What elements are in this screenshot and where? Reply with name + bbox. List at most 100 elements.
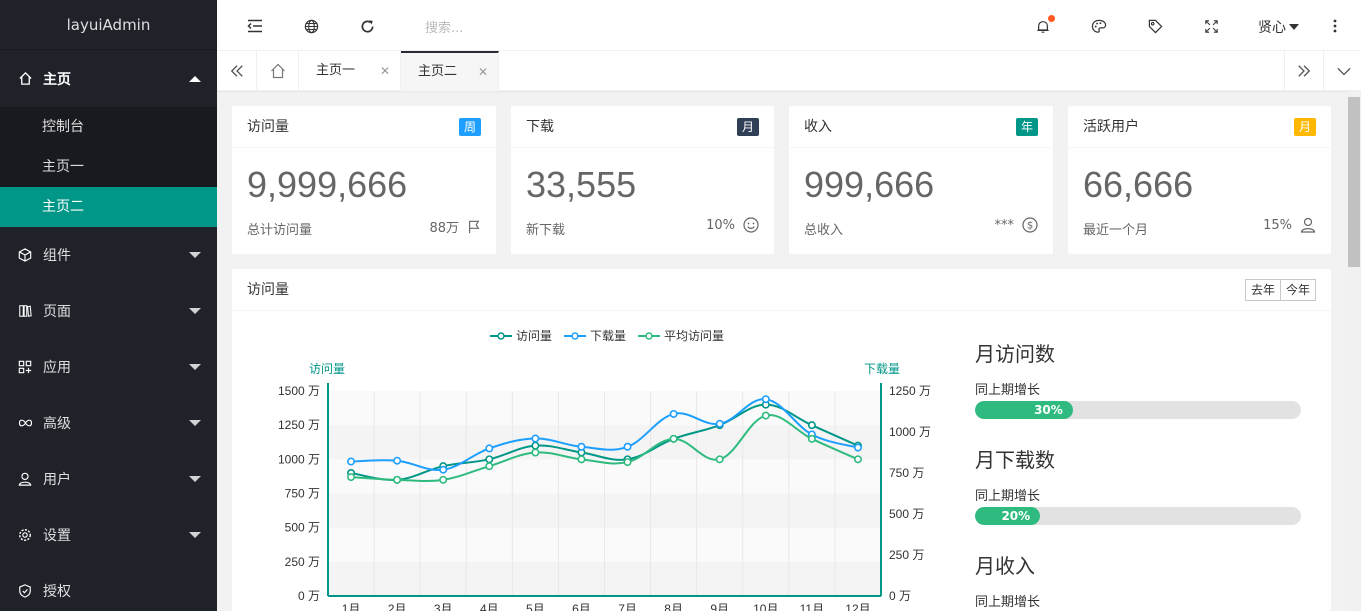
sidebar-item-label: 用户 xyxy=(43,472,71,488)
stat-block-visits: 月访问数 同上期增长 30% xyxy=(975,338,1301,419)
y-axis-label-left: 访问量 xyxy=(309,362,345,376)
book-icon xyxy=(17,303,33,319)
card-foot-label: 新下载 xyxy=(526,223,566,238)
y-tick-right: 250 万 xyxy=(889,548,924,562)
card-title: 活跃用户 xyxy=(1083,119,1139,135)
home-icon xyxy=(270,63,285,79)
sidebar-item-pages[interactable]: 页面 xyxy=(0,283,217,339)
x-tick-label: 11月 xyxy=(800,602,824,611)
visits-panel: 访问量 去年 今年 访问量 下载量 平均访问量 0 万 250 万 500 万 750… xyxy=(232,269,1331,611)
bell-icon[interactable] xyxy=(1034,15,1055,35)
card-value: 9,999,666 xyxy=(247,164,408,205)
tab-home1[interactable]: 主页一 ✕ xyxy=(299,51,401,91)
fullscreen-icon[interactable] xyxy=(1202,17,1220,35)
data-point xyxy=(485,444,494,453)
apps-icon xyxy=(17,359,33,375)
refresh-icon[interactable] xyxy=(358,17,376,35)
flag-icon xyxy=(469,220,480,233)
stat-sub: 同上期增长 xyxy=(975,383,1041,398)
tag-icon[interactable] xyxy=(1146,17,1164,35)
y-tick-left: 1250 万 xyxy=(278,418,320,432)
x-tick-label: 12月 xyxy=(845,602,870,611)
globe-icon[interactable] xyxy=(302,17,320,35)
data-point xyxy=(347,457,356,466)
app-logo[interactable]: layuiAdmin xyxy=(0,0,217,50)
sidebar-item-label: 设置 xyxy=(43,528,71,544)
card-value: 33,555 xyxy=(526,164,637,205)
cube-icon xyxy=(17,247,33,263)
svg-text:$: $ xyxy=(1027,221,1033,232)
stat-title: 月下载数 xyxy=(975,448,1055,472)
card-title: 下载 xyxy=(526,119,554,135)
more-icon[interactable] xyxy=(1326,17,1344,35)
data-point xyxy=(761,411,770,420)
panel-title: 访问量 xyxy=(247,282,289,298)
user-icon xyxy=(17,471,33,487)
sidebar-item-label: 应用 xyxy=(43,360,71,376)
sidebar-item-auth[interactable]: 授权 xyxy=(0,563,217,611)
progress-fill: 20% xyxy=(975,507,1041,525)
card-value: 999,666 xyxy=(804,164,935,205)
data-point xyxy=(485,462,494,471)
sidebar-item-users[interactable]: 用户 xyxy=(0,451,217,507)
y-tick-left: 750 万 xyxy=(285,487,320,501)
search-input[interactable]: 搜索... xyxy=(425,17,463,36)
tab-home[interactable] xyxy=(257,51,299,91)
page-scrollbar[interactable] xyxy=(1347,91,1361,611)
stat-title: 月访问数 xyxy=(975,342,1055,366)
last-year-button[interactable]: 去年 xyxy=(1244,279,1281,301)
double-chevron-left-icon xyxy=(230,65,243,77)
close-icon[interactable]: ✕ xyxy=(478,53,488,91)
data-point xyxy=(577,455,586,464)
tab-home2[interactable]: 主页二 ✕ xyxy=(401,51,499,91)
visits-line-chart: 0 万 250 万 500 万 750 万 1000 万 1250 万 1500 万 0 万 2… xyxy=(278,362,931,611)
tab-label: 主页二 xyxy=(418,64,458,79)
x-tick-label: 7月 xyxy=(618,602,637,611)
data-point xyxy=(669,409,678,418)
sidebar-item-settings[interactable]: 设置 xyxy=(0,507,217,563)
card-foot-value: 10% xyxy=(706,217,735,233)
scrollbar-thumb[interactable] xyxy=(1348,97,1360,267)
sidebar-item-components[interactable]: 组件 xyxy=(0,227,217,283)
sidebar-item-apps[interactable]: 应用 xyxy=(0,339,217,395)
stat-card-active-users: 活跃用户 月 66,666 最近一个月 15% xyxy=(1068,106,1331,254)
caret-down-icon xyxy=(189,252,201,258)
data-point xyxy=(531,434,540,443)
tab-options-button[interactable] xyxy=(1324,51,1361,91)
y-tick-right: 1000 万 xyxy=(889,425,931,439)
data-point xyxy=(439,465,448,474)
sidebar-subitem-home1[interactable]: 主页一 xyxy=(0,147,217,187)
card-foot-label: 总计访问量 xyxy=(247,223,313,238)
sidebar-subitem-console[interactable]: 控制台 xyxy=(0,107,217,147)
tab-scroll-right-button[interactable] xyxy=(1284,51,1324,91)
caret-down-icon xyxy=(189,308,201,314)
y-tick-left: 1500 万 xyxy=(278,384,320,398)
x-tick-label: 10月 xyxy=(753,602,778,611)
x-tick-label: 2月 xyxy=(388,602,407,611)
period-badge: 周 xyxy=(458,118,481,136)
dollar-icon: $ xyxy=(1022,217,1038,233)
tab-label: 主页一 xyxy=(316,63,356,78)
stat-card-visits: 访问量 周 9,999,666 总计访问量 88万 xyxy=(232,106,496,254)
sidebar-item-label: 主页 xyxy=(43,71,71,88)
sidebar-item-home[interactable]: 主页 xyxy=(0,50,217,107)
user-menu[interactable]: 贤心 xyxy=(1258,17,1299,37)
caret-up-icon xyxy=(189,75,201,82)
close-icon[interactable]: ✕ xyxy=(380,51,390,91)
progress-bar: 20% xyxy=(975,507,1301,525)
sidebar-subitem-home2[interactable]: 主页二 xyxy=(0,187,217,227)
this-year-button[interactable]: 今年 xyxy=(1280,279,1316,301)
tab-bar: 主页一 ✕ 主页二 ✕ xyxy=(217,51,1361,91)
notification-dot xyxy=(1048,15,1055,22)
data-point xyxy=(439,475,448,484)
card-foot-value: 15% xyxy=(1263,217,1292,233)
card-foot-value: *** xyxy=(994,217,1015,233)
menu-fold-icon[interactable] xyxy=(246,17,264,35)
palette-icon[interactable] xyxy=(1090,17,1108,35)
caret-down-icon xyxy=(189,364,201,370)
caret-down-icon xyxy=(1289,24,1299,30)
x-tick-label: 8月 xyxy=(664,602,683,611)
data-point xyxy=(623,458,632,467)
tab-scroll-left-button[interactable] xyxy=(217,51,257,91)
sidebar-item-advanced[interactable]: 高级 xyxy=(0,395,217,451)
